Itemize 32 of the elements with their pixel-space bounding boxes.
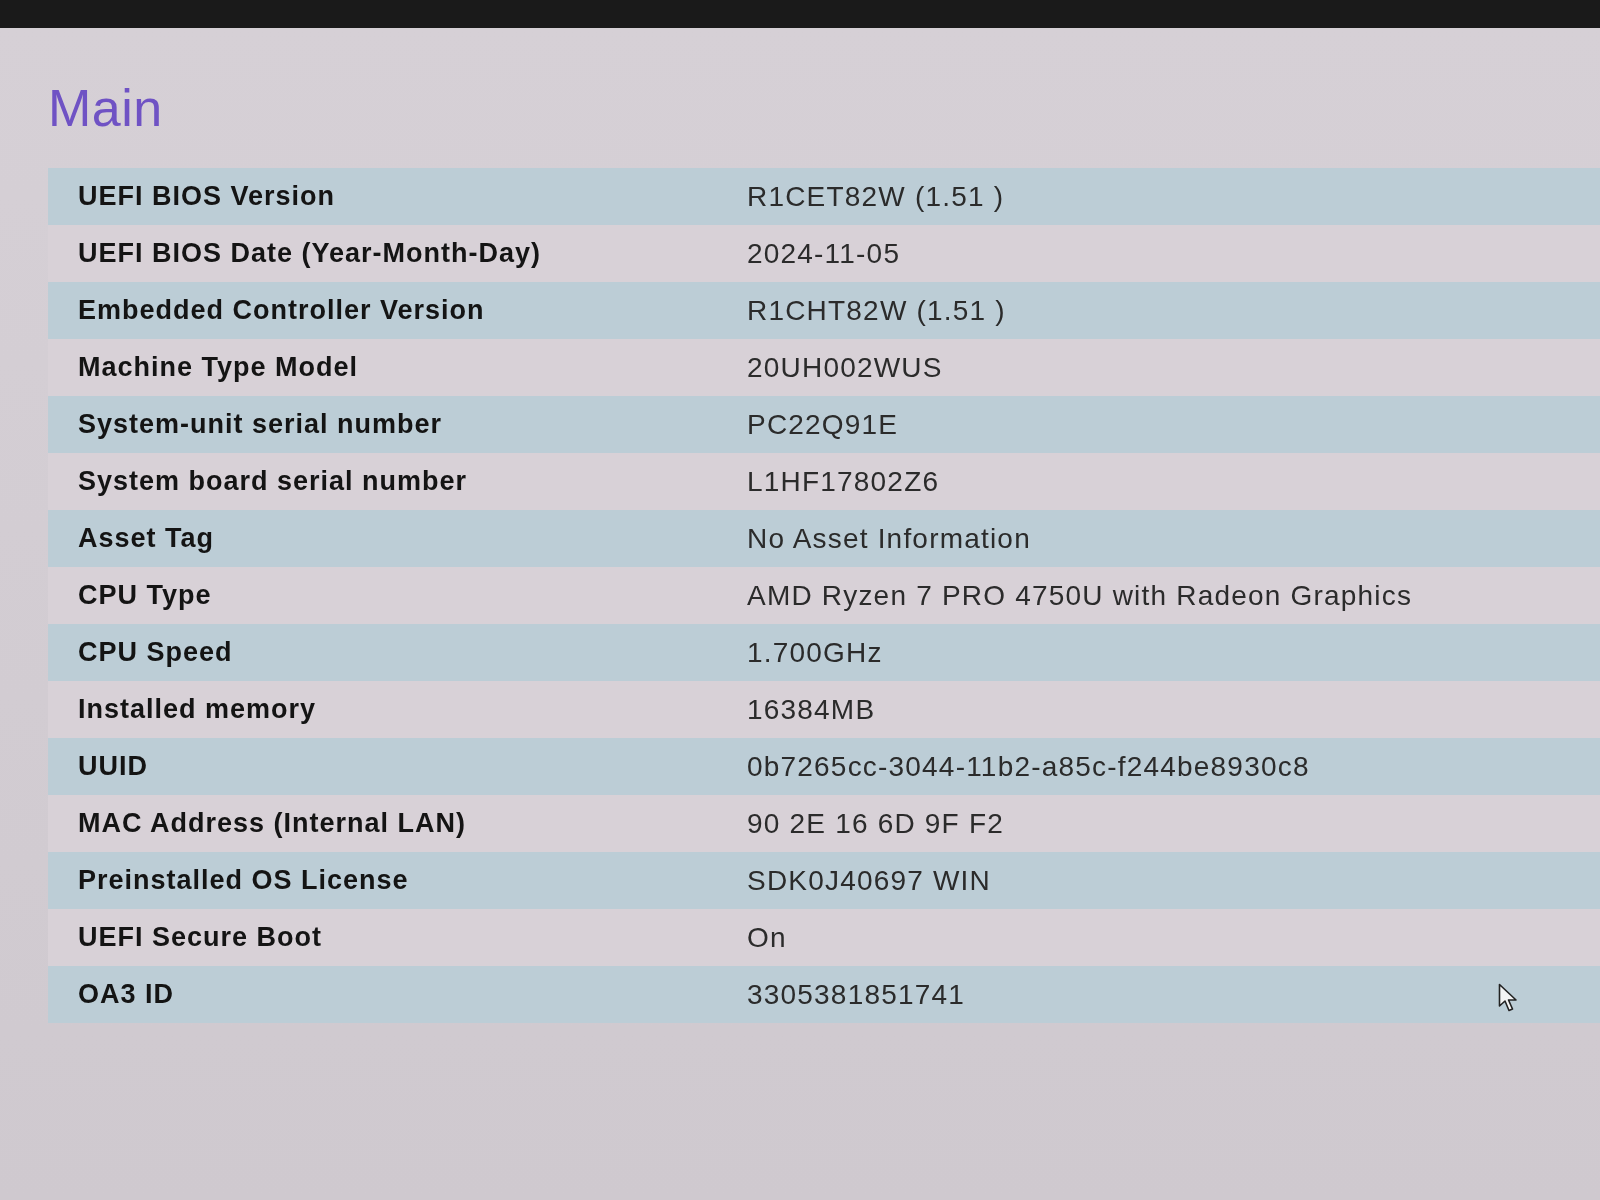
- field-value: AMD Ryzen 7 PRO 4750U with Radeon Graphics: [747, 578, 1413, 613]
- field-value: R1CHT82W (1.51 ): [747, 293, 1006, 328]
- field-label: UEFI BIOS Date (Year-Month-Day): [77, 237, 543, 271]
- field-label: Asset Tag: [77, 522, 216, 556]
- field-label: OA3 ID: [77, 978, 176, 1012]
- field-label: Preinstalled OS License: [77, 864, 410, 898]
- field-label: System board serial number: [77, 465, 469, 499]
- field-value: 3305381851741: [747, 977, 966, 1012]
- field-value: PC22Q91E: [747, 407, 899, 442]
- field-value: No Asset Information: [747, 521, 1031, 556]
- page-title: Main: [48, 78, 163, 138]
- field-value: 16384MB: [747, 692, 876, 727]
- field-label: System-unit serial number: [77, 408, 444, 442]
- field-label: CPU Type: [77, 579, 213, 613]
- field-value: On: [747, 920, 787, 955]
- field-label: Installed memory: [77, 693, 318, 727]
- field-value: 1.700GHz: [747, 635, 883, 670]
- field-label: UEFI Secure Boot: [77, 921, 324, 955]
- field-value: R1CET82W (1.51 ): [747, 179, 1005, 214]
- field-value: SDK0J40697 WIN: [747, 863, 991, 898]
- field-label: Embedded Controller Version: [77, 294, 486, 328]
- field-value: 20UH002WUS: [747, 350, 943, 385]
- field-label: UUID: [77, 750, 149, 784]
- field-value: 0b7265cc-3044-11b2-a85c-f244be8930c8: [747, 749, 1310, 784]
- cursor-icon: [1498, 983, 1520, 1013]
- field-value: 2024-11-05: [747, 236, 901, 271]
- field-value: L1HF17802Z6: [747, 464, 940, 499]
- field-label: Machine Type Model: [77, 351, 360, 385]
- field-label: MAC Address (Internal LAN): [77, 807, 468, 841]
- field-value: 90 2E 16 6D 9F F2: [747, 806, 1004, 841]
- field-label: CPU Speed: [77, 636, 234, 670]
- field-label: UEFI BIOS Version: [77, 180, 337, 214]
